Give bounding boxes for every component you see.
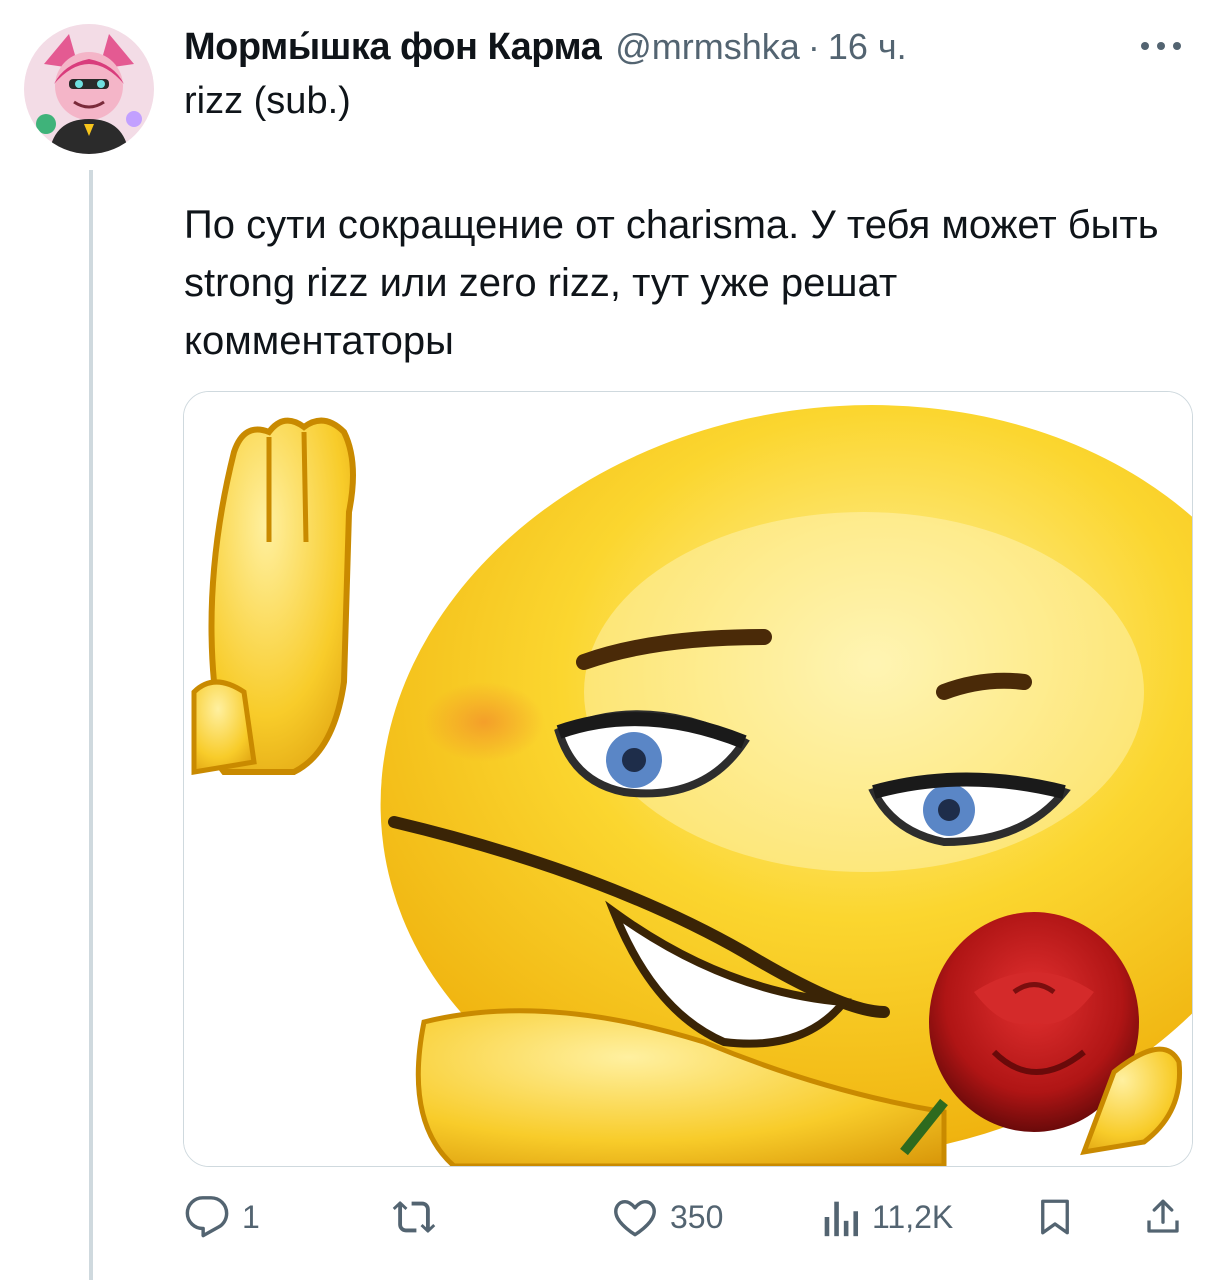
display-name[interactable]: Мормы́шка фон Карма [184, 26, 602, 69]
avatar-image [24, 24, 154, 154]
share-icon [1142, 1194, 1184, 1240]
separator: · [807, 26, 820, 67]
tweet-subtitle: rizz (sub.) [184, 80, 351, 122]
bookmark-icon [1034, 1194, 1076, 1240]
bookmark-button[interactable] [1034, 1192, 1076, 1242]
tweet-header: Мормы́шка фон Карма @mrmshka · 16 ч. [184, 22, 1199, 72]
more-icon[interactable] [1131, 26, 1191, 66]
share-button[interactable] [1142, 1192, 1184, 1242]
thread-line [89, 170, 93, 1280]
reply-button[interactable]: 1 [184, 1192, 260, 1242]
views-icon [820, 1194, 860, 1240]
heart-icon [612, 1194, 658, 1240]
retweet-icon [389, 1194, 439, 1240]
views-count: 11,2K [872, 1198, 954, 1235]
timestamp[interactable]: 16 ч. [828, 26, 907, 68]
like-count: 350 [670, 1198, 724, 1235]
avatar[interactable] [24, 24, 154, 154]
reply-icon [184, 1194, 230, 1240]
smirk-emoji-image [184, 392, 1192, 1166]
tweet-text: По сути сокращение от charisma. У тебя м… [184, 203, 1159, 363]
action-bar: 1 350 11,2K [184, 1192, 1194, 1242]
like-button[interactable]: 350 [612, 1192, 723, 1242]
reply-count: 1 [242, 1198, 260, 1235]
tweet-media[interactable] [183, 391, 1193, 1167]
user-handle[interactable]: @mrmshka [615, 26, 800, 68]
views-button[interactable]: 11,2K [820, 1192, 953, 1242]
retweet-button[interactable] [389, 1192, 451, 1242]
